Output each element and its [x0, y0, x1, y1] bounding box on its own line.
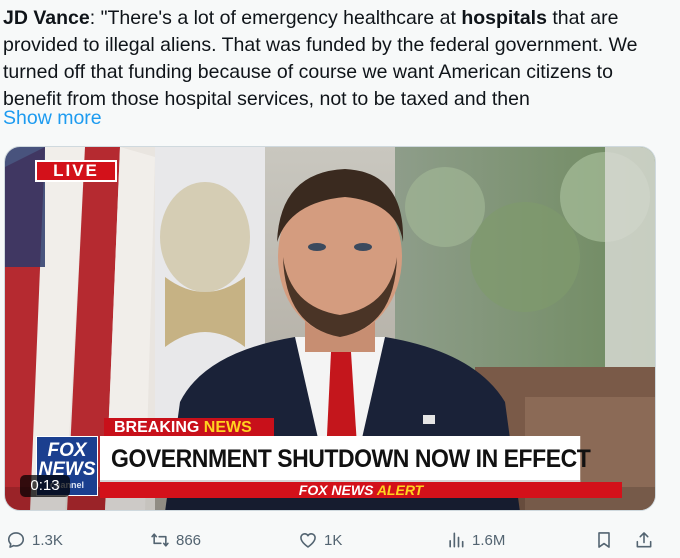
share-button[interactable]: [634, 526, 654, 554]
reply-button[interactable]: 1.3K: [6, 526, 63, 554]
share-icon: [636, 532, 652, 548]
alert-brand: FOX NEWS: [298, 482, 374, 498]
breaking-news-banner: BREAKING NEWS: [104, 418, 274, 438]
live-badge: LIVE: [35, 160, 117, 182]
author-mention[interactable]: JD Vance: [3, 7, 90, 29]
fox-news-alert-bar: FOX NEWS ALERT: [100, 482, 622, 498]
views-count: 1.6M: [472, 531, 506, 549]
tweet-text: JD Vance: "There's a lot of emergency he…: [3, 5, 663, 113]
reply-icon: [7, 532, 25, 548]
video-timestamp: 0:13: [20, 475, 70, 497]
news-headline: GOVERNMENT SHUTDOWN NOW IN EFFECT: [100, 436, 591, 482]
like-button[interactable]: 1K: [298, 526, 342, 554]
logo-fox: FOX: [47, 440, 87, 461]
reply-count: 1.3K: [32, 531, 63, 549]
quote-part-1: : "There's a lot of emergency healthcare…: [89, 7, 462, 29]
bold-word: hospitals: [461, 7, 547, 29]
repost-button[interactable]: 866: [150, 526, 201, 554]
repost-icon: [151, 533, 169, 547]
views-icon: [449, 532, 464, 548]
like-count: 1K: [324, 531, 343, 549]
views-button[interactable]: 1.6M: [446, 526, 505, 554]
alert-word: ALERT: [376, 482, 424, 498]
tweet-actions: 1.3K 866 1K 1.6M: [0, 526, 680, 558]
breaking-word: BREAKING: [114, 419, 200, 436]
bookmark-button[interactable]: [594, 526, 614, 554]
news-word: NEWS: [203, 419, 252, 436]
repost-count: 866: [176, 531, 202, 549]
heart-icon: [300, 533, 316, 548]
show-more-link[interactable]: Show more: [3, 106, 102, 130]
bookmark-icon: [598, 532, 610, 548]
